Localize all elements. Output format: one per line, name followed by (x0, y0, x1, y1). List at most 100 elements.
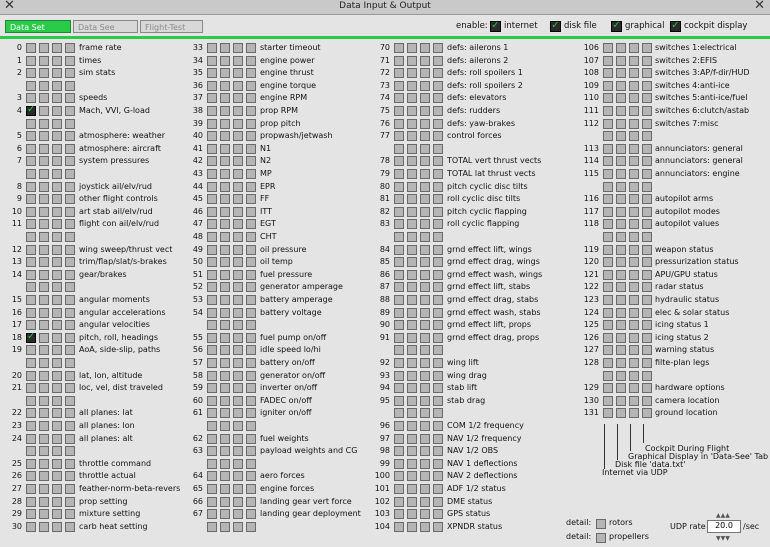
output-checkbox[interactable] (233, 131, 243, 142)
output-checkbox[interactable] (433, 282, 443, 293)
output-checkbox[interactable] (616, 332, 626, 343)
output-checkbox[interactable] (246, 395, 256, 406)
output-checkbox[interactable] (220, 307, 230, 318)
output-checkbox[interactable] (52, 106, 62, 116)
output-checkbox[interactable] (207, 458, 217, 469)
output-checkbox[interactable] (39, 169, 49, 179)
output-checkbox[interactable] (420, 68, 430, 79)
output-checkbox[interactable] (407, 68, 417, 79)
output-checkbox[interactable] (603, 181, 613, 192)
output-checkbox[interactable] (65, 433, 75, 444)
output-checkbox[interactable] (629, 332, 639, 343)
output-checkbox[interactable] (394, 383, 404, 394)
output-checkbox[interactable] (246, 43, 256, 53)
output-checkbox[interactable] (616, 269, 626, 280)
output-checkbox[interactable] (433, 206, 443, 217)
output-checkbox[interactable] (207, 55, 217, 66)
output-checkbox[interactable] (65, 295, 75, 305)
output-checkbox[interactable] (603, 383, 613, 394)
output-checkbox[interactable] (246, 181, 256, 192)
output-checkbox[interactable] (394, 244, 404, 255)
output-checkbox[interactable] (433, 433, 443, 444)
output-checkbox[interactable] (629, 169, 639, 179)
output-checkbox[interactable] (220, 106, 230, 116)
output-checkbox[interactable] (407, 194, 417, 205)
output-checkbox[interactable] (407, 484, 417, 494)
output-checkbox[interactable] (233, 194, 243, 205)
output-checkbox[interactable] (629, 68, 639, 79)
output-checkbox[interactable] (420, 320, 430, 331)
output-checkbox[interactable] (26, 93, 36, 104)
output-checkbox[interactable] (220, 332, 230, 343)
output-checkbox[interactable] (207, 106, 217, 116)
output-checkbox[interactable] (407, 156, 417, 167)
output-checkbox[interactable] (26, 331, 36, 343)
output-checkbox[interactable] (26, 496, 36, 507)
output-checkbox[interactable] (433, 80, 443, 91)
output-checkbox[interactable] (420, 509, 430, 520)
output-checkbox[interactable] (207, 509, 217, 520)
output-checkbox[interactable] (26, 219, 36, 230)
output-checkbox[interactable] (233, 55, 243, 66)
output-checkbox[interactable] (420, 131, 430, 142)
output-checkbox[interactable] (233, 232, 243, 242)
output-checkbox[interactable] (420, 143, 430, 154)
output-checkbox[interactable] (52, 206, 62, 217)
output-checkbox[interactable] (246, 118, 256, 129)
output-checkbox[interactable] (616, 68, 626, 79)
output-checkbox[interactable] (220, 496, 230, 507)
output-checkbox[interactable] (39, 143, 49, 154)
output-checkbox[interactable] (642, 55, 652, 66)
output-checkbox[interactable] (39, 181, 49, 192)
output-checkbox[interactable] (26, 395, 36, 406)
output-checkbox[interactable] (52, 446, 62, 457)
output-checkbox[interactable] (246, 194, 256, 205)
output-checkbox[interactable] (433, 169, 443, 179)
output-checkbox[interactable] (420, 332, 430, 343)
output-checkbox[interactable] (246, 269, 256, 280)
output-checkbox[interactable] (616, 93, 626, 104)
output-checkbox[interactable] (642, 156, 652, 167)
output-checkbox[interactable] (629, 118, 639, 129)
output-checkbox[interactable] (52, 471, 62, 482)
output-checkbox[interactable] (394, 194, 404, 205)
output-checkbox[interactable] (220, 458, 230, 469)
output-checkbox[interactable] (65, 43, 75, 53)
output-checkbox[interactable] (220, 169, 230, 179)
output-checkbox[interactable] (394, 169, 404, 179)
output-checkbox[interactable] (246, 484, 256, 494)
output-checkbox[interactable] (616, 358, 626, 368)
output-checkbox[interactable] (616, 43, 626, 53)
output-checkbox[interactable] (629, 244, 639, 255)
output-checkbox[interactable] (207, 43, 217, 53)
output-checkbox[interactable] (220, 68, 230, 79)
output-checkbox[interactable] (629, 181, 639, 192)
output-checkbox[interactable] (233, 521, 243, 532)
output-checkbox[interactable] (26, 484, 36, 494)
output-checkbox[interactable] (65, 219, 75, 230)
output-checkbox[interactable] (65, 358, 75, 368)
output-checkbox[interactable] (39, 282, 49, 293)
output-checkbox[interactable] (407, 370, 417, 381)
output-checkbox[interactable] (220, 118, 230, 129)
output-checkbox[interactable] (246, 257, 256, 268)
output-checkbox[interactable] (407, 358, 417, 368)
output-checkbox[interactable] (433, 421, 443, 431)
output-checkbox[interactable] (616, 244, 626, 255)
output-checkbox[interactable] (26, 320, 36, 331)
output-checkbox[interactable] (233, 80, 243, 91)
output-checkbox[interactable] (220, 295, 230, 305)
output-checkbox[interactable] (52, 143, 62, 154)
output-checkbox[interactable] (233, 395, 243, 406)
output-checkbox[interactable] (629, 257, 639, 268)
output-checkbox[interactable] (394, 332, 404, 343)
output-checkbox[interactable] (52, 408, 62, 419)
output-checkbox[interactable] (420, 80, 430, 91)
udp-rate-input[interactable]: 20.0 (707, 520, 741, 533)
output-checkbox[interactable] (52, 257, 62, 268)
output-checkbox[interactable] (52, 383, 62, 394)
output-checkbox[interactable] (394, 282, 404, 293)
output-checkbox[interactable] (420, 232, 430, 242)
output-checkbox[interactable] (407, 320, 417, 331)
output-checkbox[interactable] (220, 320, 230, 331)
